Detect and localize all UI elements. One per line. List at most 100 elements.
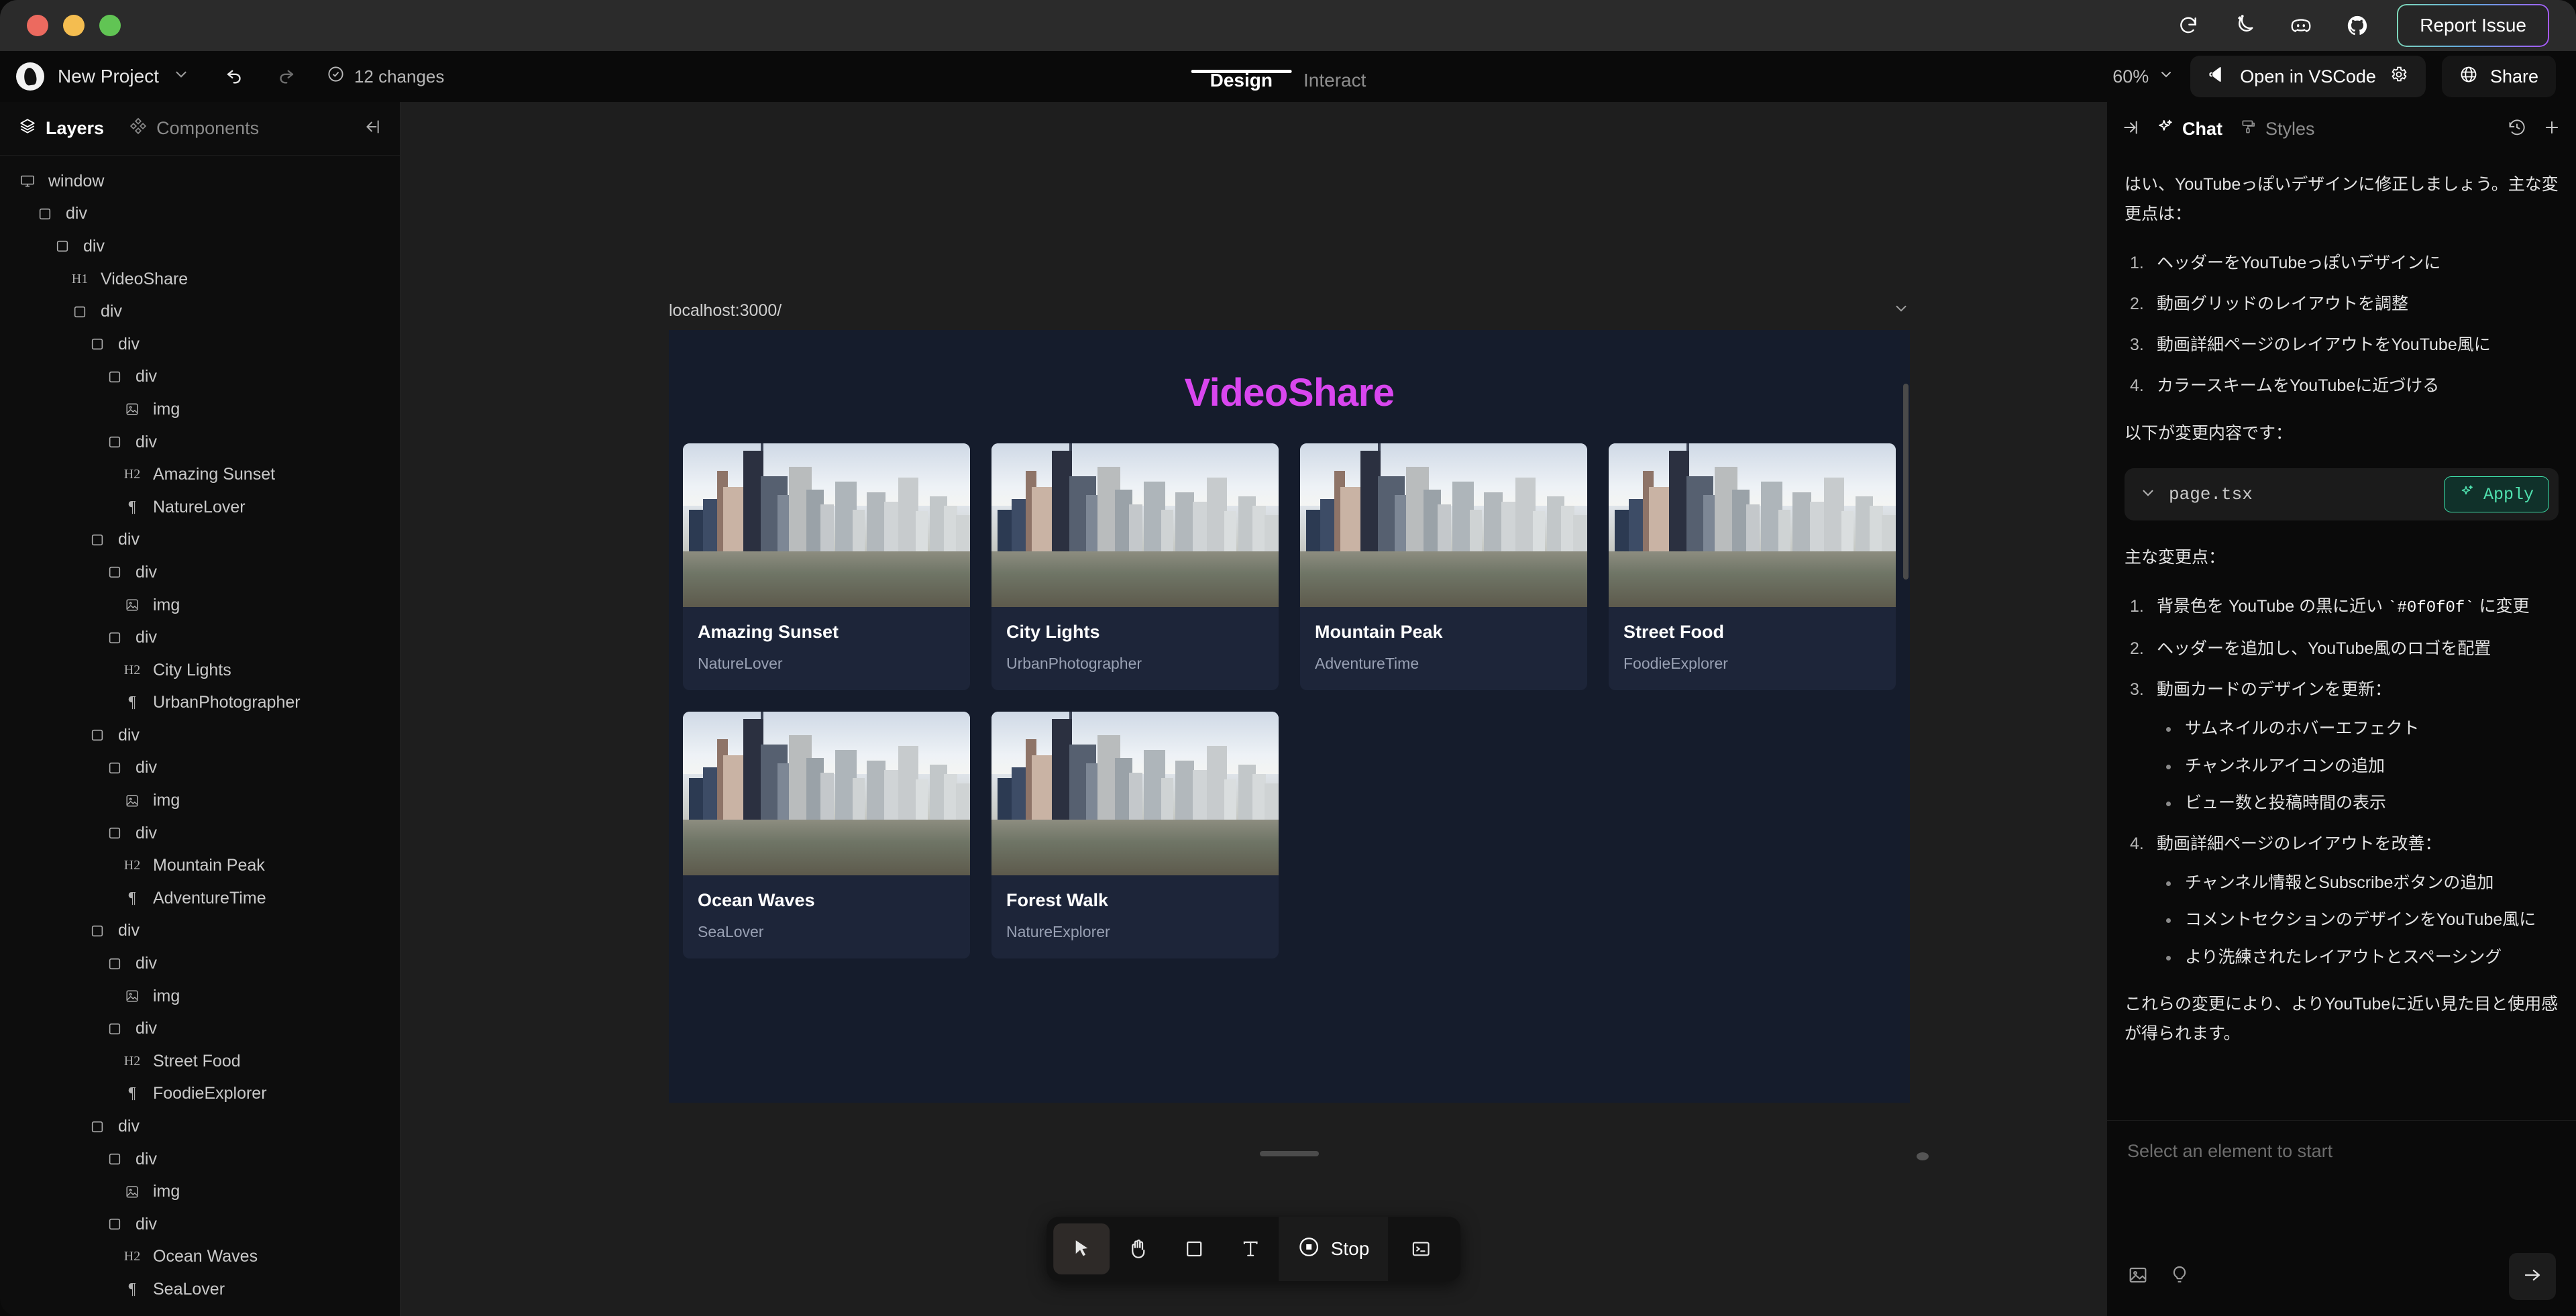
layer-row[interactable]: div: [0, 621, 400, 654]
layer-row[interactable]: window: [0, 165, 400, 198]
project-selector[interactable]: New Project: [16, 62, 190, 91]
layer-row[interactable]: img: [0, 980, 400, 1013]
layer-row[interactable]: div: [0, 1143, 400, 1176]
tab-layers[interactable]: Layers: [19, 117, 104, 140]
video-thumbnail[interactable]: [683, 712, 970, 875]
layer-row[interactable]: ¶ NatureLover: [0, 491, 400, 524]
layer-tree[interactable]: window div div H1 VideoShare div div div img div H…: [0, 156, 400, 1316]
layer-row[interactable]: div: [0, 1208, 400, 1241]
frame-resize-handle-corner[interactable]: [1917, 1152, 1929, 1160]
layer-row[interactable]: div: [0, 947, 400, 980]
tab-interact[interactable]: Interact: [1303, 70, 1366, 102]
open-in-vscode-button[interactable]: Open in VSCode: [2190, 56, 2426, 97]
history-icon[interactable]: [2508, 118, 2526, 140]
chat-input[interactable]: Select an element to start: [2127, 1141, 2556, 1162]
terminal-tool[interactable]: [1388, 1217, 1454, 1281]
send-message-button[interactable]: [2509, 1253, 2556, 1300]
video-thumbnail[interactable]: [1609, 443, 1896, 607]
message-step: 動画詳細ページのレイアウトをYouTube風に: [2130, 331, 2491, 358]
frame-scrollbar[interactable]: [1903, 384, 1909, 580]
layer-row[interactable]: img: [0, 784, 400, 817]
redo-icon[interactable]: [276, 65, 296, 89]
hand-tool[interactable]: [1110, 1223, 1166, 1274]
video-card[interactable]: Street Food FoodieExplorer: [1609, 443, 1896, 690]
layer-row[interactable]: H2 Amazing Sunset: [0, 458, 400, 491]
layer-row[interactable]: div: [0, 915, 400, 948]
layer-row[interactable]: div: [0, 1012, 400, 1045]
layer-row[interactable]: H2 Ocean Waves: [0, 1241, 400, 1274]
layer-row[interactable]: div: [0, 719, 400, 752]
tab-styles[interactable]: Styles: [2240, 118, 2315, 140]
frame-resize-handle-bottom[interactable]: [1260, 1151, 1319, 1156]
layer-row[interactable]: div: [0, 817, 400, 850]
video-thumbnail[interactable]: [991, 712, 1279, 875]
collapse-right-panel-icon[interactable]: [2122, 119, 2139, 140]
layer-row[interactable]: ¶ UrbanPhotographer: [0, 687, 400, 720]
chevron-down-icon[interactable]: [1892, 300, 1910, 322]
layer-row[interactable]: div: [0, 426, 400, 459]
frame-url-bar[interactable]: localhost:3000/: [669, 295, 1910, 326]
layer-row[interactable]: img: [0, 393, 400, 426]
layer-row[interactable]: H2 Street Food: [0, 1045, 400, 1078]
layer-row[interactable]: div: [0, 752, 400, 785]
tab-components[interactable]: Components: [129, 117, 259, 140]
zoom-level-selector[interactable]: 60%: [2112, 66, 2174, 87]
layer-row[interactable]: img: [0, 589, 400, 622]
layer-row[interactable]: img: [0, 1175, 400, 1208]
layer-row[interactable]: div: [0, 1110, 400, 1143]
cursor-tool[interactable]: [1053, 1223, 1110, 1274]
github-icon[interactable]: [2342, 10, 2373, 41]
minimize-window-button[interactable]: [63, 15, 85, 36]
tab-design[interactable]: Design: [1191, 70, 1292, 102]
video-card[interactable]: City Lights UrbanPhotographer: [991, 443, 1279, 690]
gear-icon[interactable]: [2390, 65, 2408, 89]
layer-row[interactable]: div: [0, 295, 400, 328]
video-card[interactable]: Amazing Sunset NatureLover: [683, 443, 970, 690]
video-card[interactable]: Mountain Peak AdventureTime: [1300, 443, 1587, 690]
changes-indicator[interactable]: 12 changes: [327, 65, 444, 88]
close-window-button[interactable]: [27, 15, 48, 36]
chat-input-area[interactable]: Select an element to start: [2107, 1120, 2576, 1316]
report-issue-button[interactable]: Report Issue: [2398, 5, 2548, 46]
layer-row[interactable]: H1 VideoShare: [0, 263, 400, 296]
layer-row[interactable]: H2 Mountain Peak: [0, 849, 400, 882]
dark-mode-icon[interactable]: [2229, 10, 2260, 41]
video-channel: NatureLover: [698, 655, 783, 672]
text-tool[interactable]: [1222, 1223, 1279, 1274]
stop-button[interactable]: Stop: [1278, 1217, 1389, 1281]
video-card[interactable]: Ocean Waves SeaLover: [683, 712, 970, 958]
plus-icon[interactable]: [2542, 118, 2561, 140]
layer-row[interactable]: ¶ AdventureTime: [0, 882, 400, 915]
layer-row[interactable]: div: [0, 556, 400, 589]
lightbulb-icon[interactable]: [2169, 1264, 2190, 1289]
video-thumbnail[interactable]: [991, 443, 1279, 607]
apply-button[interactable]: Apply: [2443, 476, 2549, 513]
video-thumbnail[interactable]: [1300, 443, 1587, 607]
layer-row[interactable]: ¶ SeaLover: [0, 1273, 400, 1306]
layer-row[interactable]: div: [0, 524, 400, 557]
layer-row[interactable]: div: [0, 328, 400, 361]
layer-row[interactable]: H2 City Lights: [0, 654, 400, 687]
layer-row[interactable]: ¶ FoodieExplorer: [0, 1078, 400, 1111]
chevron-down-icon[interactable]: [2139, 484, 2157, 505]
rectangle-tool[interactable]: [1166, 1223, 1222, 1274]
tab-chat[interactable]: Chat: [2157, 118, 2222, 140]
share-button[interactable]: Share: [2441, 56, 2556, 97]
layer-row[interactable]: div: [0, 361, 400, 394]
image-icon[interactable]: [2127, 1264, 2149, 1289]
layers-panel: Layers Components window div div H1 VideoSha…: [0, 102, 400, 1316]
div-icon: [87, 728, 107, 743]
design-canvas[interactable]: localhost:3000/ VideoShare Amazing Sunse…: [400, 102, 2106, 1316]
refresh-icon[interactable]: [2173, 10, 2204, 41]
layer-row[interactable]: div: [0, 198, 400, 231]
preview-frame[interactable]: VideoShare Amazing Sunset NatureLover City…: [669, 330, 1910, 1103]
video-thumbnail[interactable]: [683, 443, 970, 607]
layer-row[interactable]: div: [0, 230, 400, 263]
discord-icon[interactable]: [2286, 10, 2316, 41]
maximize-window-button[interactable]: [99, 15, 121, 36]
video-card[interactable]: Forest Walk NatureExplorer: [991, 712, 1279, 958]
undo-icon[interactable]: [225, 65, 245, 89]
collapse-left-panel-icon[interactable]: [364, 118, 381, 139]
file-diff-card[interactable]: page.tsx Apply: [2125, 468, 2559, 521]
tab-chat-label: Chat: [2182, 118, 2222, 139]
